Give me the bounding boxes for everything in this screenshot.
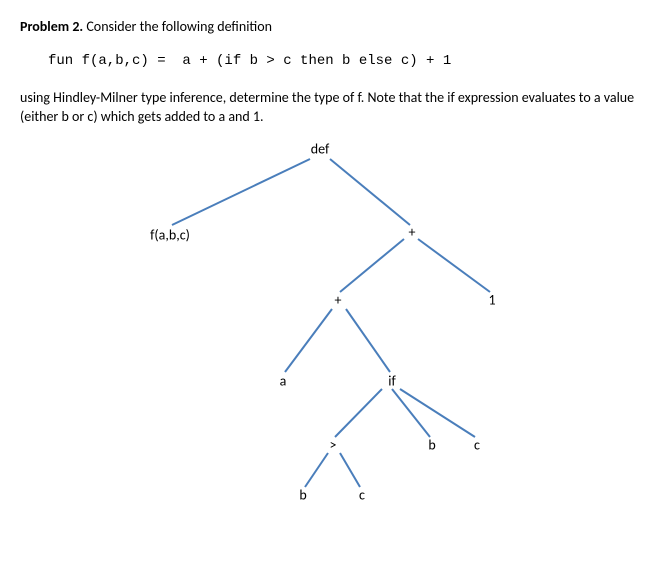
node-b-then: b [428, 436, 435, 453]
node-a: a [280, 372, 287, 389]
node-c-else: c [474, 436, 480, 453]
node-one: 1 [488, 291, 495, 308]
code-definition: fun f(a,b,c) = a + (if b > c then b else… [48, 53, 648, 69]
problem-description: using Hindley-Milner type inference, det… [20, 89, 648, 127]
node-if: if [388, 372, 396, 389]
node-b-cmp: b [299, 486, 306, 503]
node-c-cmp: c [359, 486, 365, 503]
node-f-abc: f(a,b,c) [150, 226, 190, 243]
problem-heading: Problem 2. Consider the following defini… [20, 18, 648, 35]
node-plus-inner: + [335, 291, 342, 308]
node-plus-outer: + [409, 223, 416, 240]
parse-tree: def f(a,b,c) + + 1 a if > b c b c [20, 137, 648, 507]
problem-label: Problem 2. [20, 18, 83, 35]
node-gt: > [330, 436, 337, 453]
node-def: def [311, 140, 329, 157]
problem-intro: Consider the following definition [86, 18, 272, 35]
